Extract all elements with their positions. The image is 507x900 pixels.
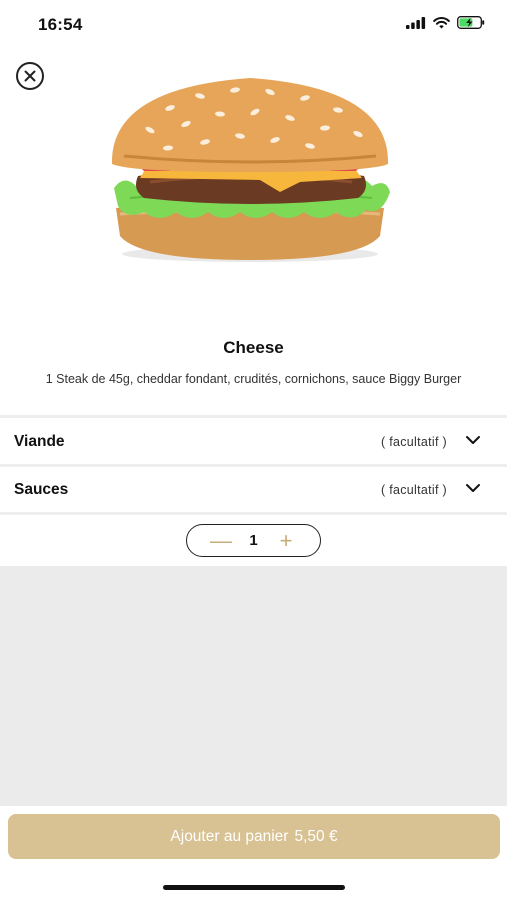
- product-title: Cheese: [223, 338, 284, 357]
- wifi-icon: [433, 16, 450, 28]
- divider: [0, 415, 507, 418]
- status-bar: 16:54: [0, 0, 507, 48]
- chevron-down-icon[interactable]: [465, 482, 481, 494]
- product-description: 1 Steak de 45g, cheddar fondant, crudité…: [45, 372, 462, 386]
- option-label: Viande: [14, 433, 65, 450]
- divider: [0, 464, 507, 467]
- status-time: 16:54: [38, 15, 83, 34]
- close-icon: [24, 70, 36, 82]
- option-hint: ( facultatif ): [380, 483, 447, 497]
- minus-icon[interactable]: —: [209, 529, 233, 553]
- option-viande-row[interactable]: Viande ( facultatif ): [0, 420, 507, 464]
- option-hint: ( facultatif ): [380, 435, 447, 449]
- empty-content-area: [0, 566, 507, 806]
- battery-charging-icon: [457, 16, 485, 29]
- divider: [0, 512, 507, 515]
- add-to-cart-price: 5,50 €: [294, 827, 338, 845]
- quantity-value: 1: [249, 532, 258, 549]
- signal-icon: [406, 16, 426, 29]
- quantity-stepper: — 1 +: [186, 524, 321, 557]
- close-button[interactable]: [16, 62, 44, 90]
- option-sauces-row[interactable]: Sauces ( facultatif ): [0, 468, 507, 512]
- status-icons: [406, 16, 485, 29]
- option-label: Sauces: [14, 481, 69, 498]
- chevron-down-icon[interactable]: [465, 434, 481, 446]
- add-to-cart-label: Ajouter au panier: [170, 827, 289, 845]
- plus-icon[interactable]: +: [274, 529, 298, 553]
- home-indicator[interactable]: [163, 885, 345, 890]
- add-to-cart-button[interactable]: Ajouter au panier 5,50 €: [8, 814, 500, 859]
- burger-image: [111, 78, 390, 262]
